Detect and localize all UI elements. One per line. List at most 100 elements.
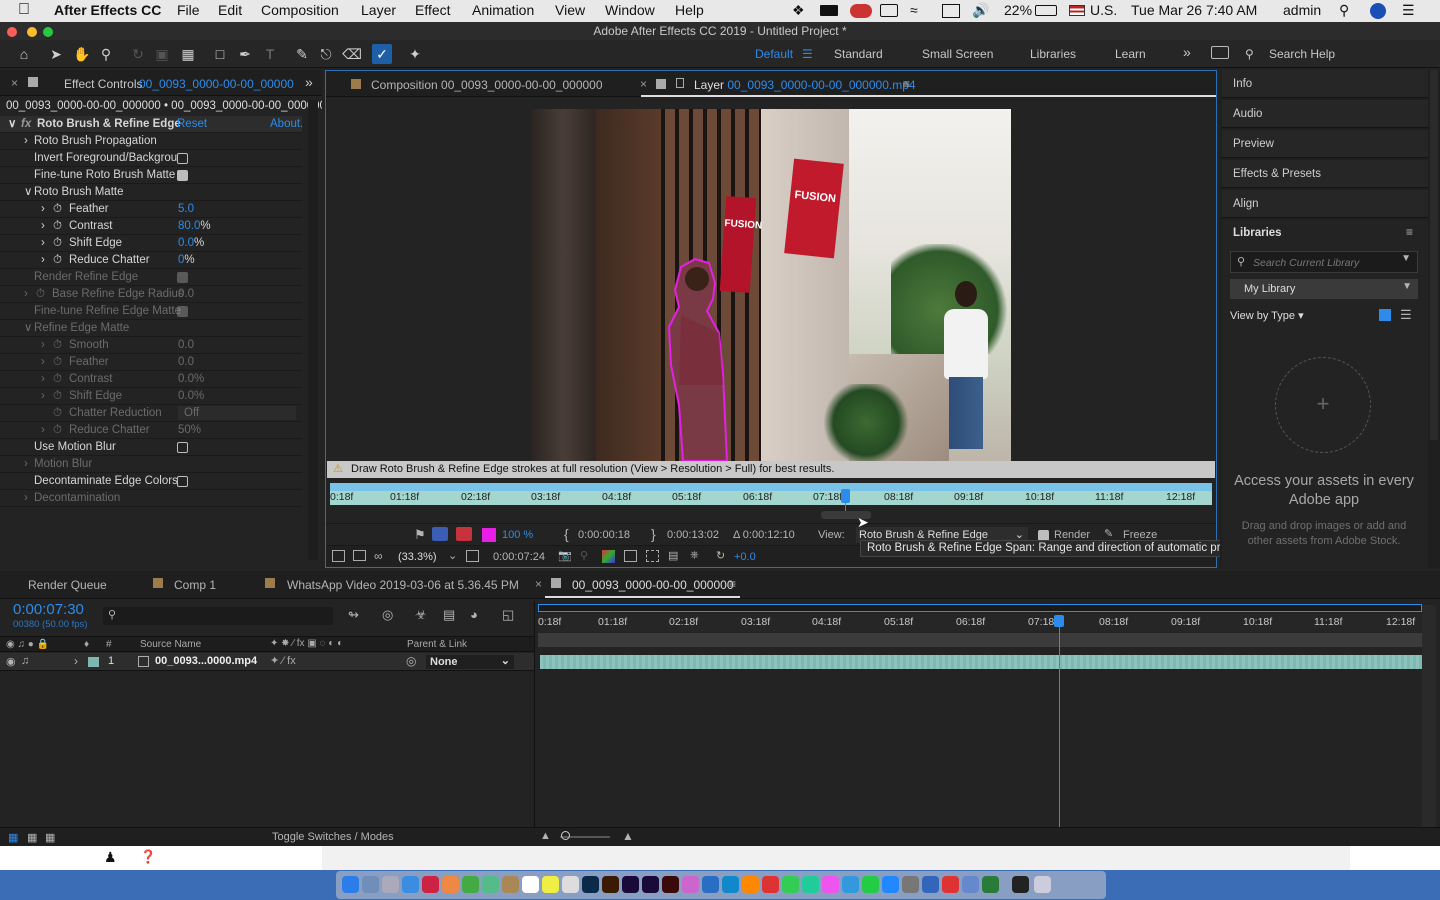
panel-menu-icon[interactable]: » xyxy=(305,74,313,90)
volume-icon[interactable]: 🔊 xyxy=(972,2,989,19)
expand-chevron-icon[interactable]: › xyxy=(41,337,45,354)
lock-icon[interactable] xyxy=(28,77,38,87)
finder-icon[interactable] xyxy=(342,876,359,893)
refine-shift-value[interactable]: 0.0% xyxy=(178,388,204,405)
out-point-icon[interactable]: } xyxy=(651,526,656,542)
photoshop-icon[interactable] xyxy=(582,876,599,893)
effect-controls-scrollbar[interactable] xyxy=(308,100,318,560)
expand-chevron-icon[interactable]: › xyxy=(24,286,28,303)
workspace-default[interactable]: Default xyxy=(755,47,793,61)
messages-icon[interactable] xyxy=(782,876,799,893)
in-time[interactable]: 0:00:00:18 xyxy=(578,529,630,541)
exposure-value[interactable]: +0.0 xyxy=(734,551,756,563)
fx-icon[interactable]: fx xyxy=(21,116,31,133)
notification-center-icon[interactable]: ☰ xyxy=(1402,2,1415,19)
finetune-checkbox[interactable] xyxy=(177,170,188,181)
add-asset-icon[interactable]: + xyxy=(1275,357,1371,453)
menu-layer[interactable]: Layer xyxy=(361,2,396,18)
creative-cloud-icon[interactable] xyxy=(850,4,872,18)
layer-row[interactable]: ◉ ♫ › 1 00_0093...0000.mp4 ✦ ∕ fx ◎ None… xyxy=(0,653,535,671)
app-store-2-icon[interactable] xyxy=(882,876,899,893)
timeline-search-input[interactable]: ⚲ xyxy=(103,607,333,625)
figure-icon[interactable]: ⚑ xyxy=(414,527,426,543)
zoom-tool-icon[interactable]: ⚲ xyxy=(96,44,116,64)
column-parent[interactable]: Parent & Link xyxy=(407,639,467,650)
close-tab-icon[interactable]: × xyxy=(535,577,542,591)
3d-glasses-icon[interactable]: ∞ xyxy=(374,549,383,563)
panel-menu-icon[interactable]: ≡ xyxy=(1406,225,1413,239)
search-help-icon[interactable]: ⚲ xyxy=(1245,47,1254,61)
notes-icon[interactable] xyxy=(542,876,559,893)
input-source[interactable]: U.S. xyxy=(1090,2,1117,18)
expand-chevron-icon[interactable]: › xyxy=(41,354,45,371)
wifi-icon[interactable]: ≈ xyxy=(910,2,918,18)
after-effects-icon[interactable] xyxy=(642,876,659,893)
reminders-icon[interactable] xyxy=(562,876,579,893)
camera-tool-icon[interactable]: ▣ xyxy=(152,44,172,64)
airplay-icon[interactable] xyxy=(942,4,960,18)
puppet-pin-tool-icon[interactable]: ✦ xyxy=(405,44,425,64)
animate-icon[interactable] xyxy=(662,876,679,893)
itunes-icon[interactable] xyxy=(762,876,779,893)
grid-view-icon[interactable] xyxy=(1379,309,1391,321)
stopwatch-icon[interactable]: ⏱ xyxy=(53,218,62,235)
flag-icon[interactable] xyxy=(1069,5,1085,16)
monitor-icon[interactable] xyxy=(353,550,366,561)
base-radius-value[interactable]: 0.0 xyxy=(178,286,194,303)
menu-file[interactable]: File xyxy=(177,2,200,18)
shift-edge-value[interactable]: 0.0 xyxy=(178,237,194,249)
stopwatch-icon[interactable]: ⏱ xyxy=(53,337,62,354)
stopwatch-icon[interactable]: ⏱ xyxy=(53,235,62,252)
menu-app-name[interactable]: After Effects CC xyxy=(54,2,161,18)
overlay-opacity[interactable]: 100 % xyxy=(502,529,533,541)
whatsapp-icon[interactable] xyxy=(862,876,879,893)
grid-icon[interactable] xyxy=(466,550,479,562)
workspace-menu-icon[interactable]: ☰ xyxy=(802,47,813,61)
search-help-field[interactable]: Search Help xyxy=(1269,47,1335,61)
tab-menu-icon[interactable]: ≡ xyxy=(729,577,736,591)
clock[interactable]: Tue Mar 26 7:40 AM xyxy=(1131,2,1257,18)
apple-icon[interactable]:  xyxy=(18,1,30,19)
collapse-chevron-icon[interactable]: ∨ xyxy=(24,184,32,201)
av-features-icon[interactable]: ◉ ♫ ● 🔒 xyxy=(6,639,49,650)
shy-layers-icon[interactable]: ☣ xyxy=(415,607,427,623)
preview-icon[interactable] xyxy=(482,876,499,893)
collapse-chevron-icon[interactable]: ∨ xyxy=(8,116,16,133)
music-icon[interactable] xyxy=(822,876,839,893)
timeline-timecode[interactable]: 0:00:07:30 xyxy=(13,601,84,618)
layer-switches-icon[interactable]: ▦ xyxy=(8,831,18,844)
firefox-icon[interactable] xyxy=(442,876,459,893)
outlook-icon[interactable] xyxy=(962,876,979,893)
chrome-icon[interactable] xyxy=(462,876,479,893)
motion-blur-icon[interactable]: ◕ xyxy=(470,607,478,622)
menu-window[interactable]: Window xyxy=(605,2,655,18)
facetime-icon[interactable] xyxy=(802,876,819,893)
clone-stamp-tool-icon[interactable]: ⎋ xyxy=(316,44,336,64)
contacts-icon[interactable] xyxy=(502,876,519,893)
effect-controls-tab[interactable]: Effect Controls xyxy=(64,77,142,91)
powerpoint-icon[interactable] xyxy=(942,876,959,893)
hand-tool-icon[interactable]: ✋ xyxy=(72,44,92,64)
stopwatch-icon[interactable]: ⏱ xyxy=(53,405,62,422)
terminal-icon[interactable] xyxy=(1012,876,1029,893)
snapshot-icon[interactable]: 📷 xyxy=(558,549,572,562)
menu-help[interactable]: Help xyxy=(675,2,704,18)
expand-chevron-icon[interactable]: › xyxy=(41,252,45,269)
safari-icon[interactable] xyxy=(402,876,419,893)
span-bar[interactable] xyxy=(330,483,1212,491)
playhead-handle[interactable] xyxy=(841,489,850,503)
view-by-type[interactable]: View by Type ▾ xyxy=(1230,309,1304,322)
trash-icon[interactable] xyxy=(1034,876,1051,893)
excel-icon[interactable] xyxy=(982,876,999,893)
stopwatch-icon[interactable]: ⏱ xyxy=(53,371,62,388)
comp-mini-flowchart-icon[interactable]: ↬ xyxy=(348,607,359,623)
refine-matte-row[interactable]: ∨ Refine Edge Matte xyxy=(0,320,302,337)
vlc-icon[interactable] xyxy=(742,876,759,893)
layer-source-name[interactable]: 00_0093...0000.mp4 xyxy=(155,655,257,667)
close-tab-icon[interactable]: × xyxy=(640,77,647,91)
premiere-icon[interactable] xyxy=(622,876,639,893)
illustrator-icon[interactable] xyxy=(602,876,619,893)
invert-checkbox[interactable] xyxy=(177,153,188,164)
home-icon[interactable]: ⌂ xyxy=(14,44,34,64)
motion-blur-row[interactable]: › Motion Blur xyxy=(0,456,302,473)
